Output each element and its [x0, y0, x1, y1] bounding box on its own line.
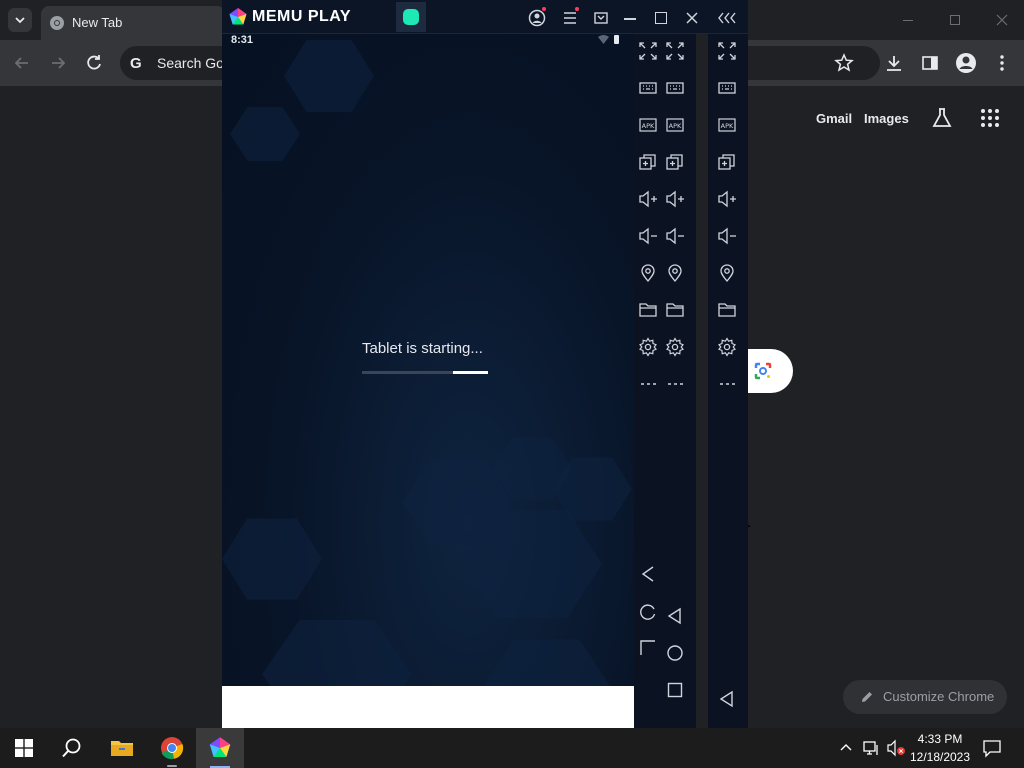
maximize-icon [655, 12, 667, 24]
network-tray-icon[interactable] [862, 739, 880, 757]
chat-bubble-icon [982, 738, 1002, 758]
apps-grid-icon [978, 106, 1002, 130]
clock-date: 12/18/2023 [909, 750, 971, 764]
download-icon [884, 53, 904, 73]
notification-center-button[interactable] [982, 738, 1002, 758]
network-icon [862, 739, 880, 757]
pencil-icon [860, 690, 874, 704]
reload-button[interactable] [82, 51, 106, 75]
clock-time: 4:33 PM [917, 732, 963, 746]
memu-sidebar-toolbar-secondary [708, 34, 748, 728]
minimize-icon [903, 20, 913, 21]
chrome-logo-icon [160, 736, 184, 760]
omnibox-text: Search Goo [157, 55, 232, 71]
downloads-button[interactable] [884, 53, 904, 73]
tab-title: New Tab [72, 15, 123, 30]
memu-tab-home[interactable] [396, 2, 426, 32]
taskbar-file-explorer[interactable] [98, 728, 146, 768]
memu-logo-icon [228, 7, 248, 27]
chevron-down-icon [14, 15, 26, 25]
loading-progress-track [362, 371, 488, 374]
memu-titlebar[interactable]: MEMU PLAY [222, 0, 748, 34]
memu-menu-button[interactable] [561, 7, 579, 27]
restore-button[interactable] [937, 8, 973, 32]
tab-new-tab[interactable]: New Tab [41, 6, 225, 40]
close-icon [683, 9, 701, 27]
hamburger-icon [561, 9, 579, 27]
tray-overflow-button[interactable] [838, 740, 854, 756]
tab-search-button[interactable] [8, 8, 32, 32]
android-nav-white-area [222, 686, 656, 728]
taskbar-search-button[interactable] [48, 728, 96, 768]
taskbar-memu[interactable] [196, 728, 244, 768]
bg-hexagon [482, 639, 612, 686]
windows-logo-icon [15, 739, 33, 757]
apps-button[interactable] [978, 106, 1002, 130]
restore-icon [950, 15, 960, 25]
kebab-icon [992, 53, 1012, 73]
chrome-menu-button[interactable] [992, 53, 1012, 73]
google-g-icon: G [130, 55, 142, 72]
screenshot-mode-button[interactable] [592, 9, 610, 27]
taskbar-chrome[interactable] [148, 728, 196, 768]
toolbar-gap [696, 34, 708, 728]
bg-hexagon [222, 518, 322, 600]
customize-chrome-label: Customize Chrome [883, 689, 995, 704]
notification-dot [542, 7, 546, 11]
gmail-link[interactable]: Gmail [816, 111, 852, 126]
account-icon [528, 9, 546, 27]
account-button[interactable] [528, 7, 546, 27]
bg-hexagon [262, 620, 412, 686]
android-screen[interactable]: 8:31 Tablet is starting... [222, 34, 634, 686]
chrome-icon [49, 15, 65, 31]
profile-icon [954, 51, 978, 75]
windows-taskbar: 4:33 PM 12/18/2023 [0, 728, 1024, 768]
forward-button[interactable] [46, 51, 70, 75]
chevron-triple-left-icon [716, 9, 738, 27]
volume-tray-icon[interactable] [886, 739, 906, 757]
side-panel-icon [920, 53, 940, 73]
reload-icon [82, 51, 106, 75]
battery-icon [614, 35, 619, 44]
screen-icon [592, 9, 610, 27]
star-icon [834, 53, 854, 73]
customize-chrome-button[interactable]: Customize Chrome [843, 680, 1007, 714]
memu-maximize-button[interactable] [652, 9, 670, 27]
volume-muted-icon [886, 739, 906, 757]
profile-button[interactable] [954, 51, 978, 75]
start-button[interactable] [0, 728, 48, 768]
notification-dot [575, 7, 579, 11]
flask-icon [930, 106, 954, 130]
bg-hexagon [284, 40, 374, 112]
memu-sidebar-toolbar [634, 34, 696, 728]
memu-close-button[interactable] [683, 9, 701, 27]
collapse-toolbar-button[interactable] [716, 9, 738, 27]
loading-progress-fill [453, 371, 488, 374]
minimize-icon [624, 18, 636, 20]
search-icon [61, 737, 83, 759]
memu-logo-icon [208, 736, 232, 760]
side-panel-button[interactable] [920, 53, 940, 73]
wifi-icon [598, 35, 609, 45]
minimize-button[interactable] [890, 8, 926, 32]
images-link[interactable]: Images [864, 111, 909, 126]
folder-icon [110, 738, 134, 758]
status-bar-time: 8:31 [231, 34, 254, 46]
close-window-button[interactable] [984, 8, 1020, 32]
chevron-up-icon [838, 740, 854, 756]
running-indicator [167, 765, 177, 767]
loading-text: Tablet is starting... [362, 340, 483, 357]
clock[interactable]: 4:33 PM 12/18/2023 [908, 730, 972, 766]
bookmark-star-button[interactable] [834, 53, 854, 73]
memu-logo-text: MEMU PLAY [252, 8, 352, 25]
arrow-left-icon [10, 51, 34, 75]
labs-button[interactable] [930, 106, 954, 130]
app-circle-icon [403, 9, 419, 25]
close-icon [996, 14, 1008, 26]
google-lens-icon[interactable] [754, 362, 772, 380]
arrow-right-icon [46, 51, 70, 75]
back-button[interactable] [10, 51, 34, 75]
bg-hexagon [230, 107, 300, 161]
memu-minimize-button[interactable] [621, 9, 639, 27]
